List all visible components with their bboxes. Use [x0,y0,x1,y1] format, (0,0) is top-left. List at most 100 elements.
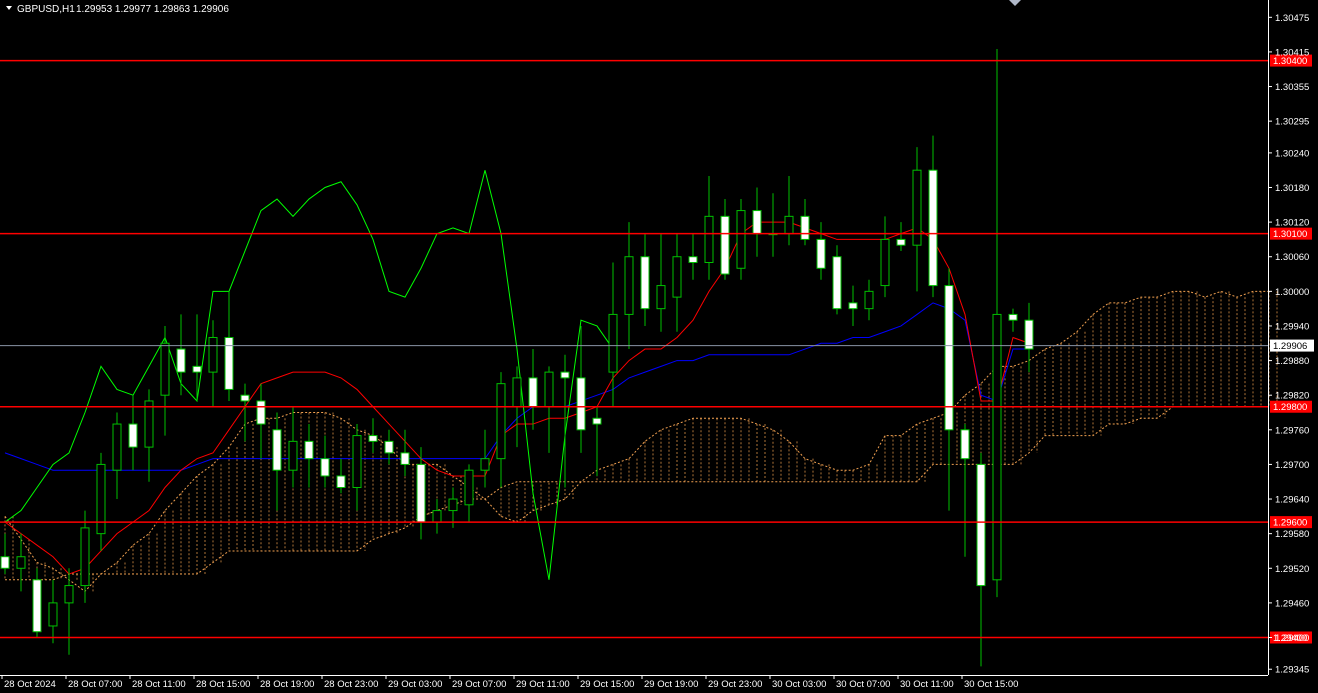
level-price-label: 1.29800 [1273,402,1307,413]
senkou-span-a [4,290,1269,593]
candle[interactable] [704,175,714,280]
x-tick-label: 29 Oct 11:00 [516,679,570,690]
candle[interactable] [16,533,26,592]
candle[interactable] [928,135,938,298]
candle[interactable] [224,291,234,401]
candle[interactable] [848,285,858,326]
candle[interactable] [720,199,730,280]
candle[interactable] [896,222,906,251]
candle-body [16,556,26,569]
x-tick-label: 29 Oct 15:00 [580,679,634,690]
candle[interactable] [880,216,890,298]
candle[interactable] [832,245,842,315]
candle-body [0,556,10,569]
candle-body [496,383,506,460]
candle[interactable] [400,429,410,476]
candle[interactable] [592,406,602,476]
candle[interactable] [432,499,442,534]
x-tick-label: 28 Oct 15:00 [196,679,250,690]
candle[interactable] [864,279,874,321]
candle[interactable] [800,199,810,246]
candle[interactable] [560,354,570,488]
candle-body [688,256,698,264]
ohlc-label: 1.29953 1.29977 1.29863 1.29906 [76,4,229,15]
candle[interactable] [1008,308,1018,332]
candle[interactable] [384,429,394,465]
candle[interactable] [576,325,586,453]
candle[interactable] [32,568,42,638]
candle[interactable] [96,452,106,551]
symbol-label: GBPUSD,H1 [17,4,75,15]
candle[interactable] [960,424,970,557]
candle[interactable] [976,452,986,667]
candle[interactable] [240,383,250,442]
price-chart[interactable]: 1.304001.301001.298001.296001.294001.299… [0,0,1318,693]
chart-shift-marker-icon[interactable] [1009,0,1021,6]
candle[interactable] [256,383,266,459]
y-tick-label: 1.29760 [1275,425,1309,436]
candles[interactable] [0,49,1034,667]
candle-body [192,365,202,373]
candle[interactable] [912,147,922,292]
candle-body [992,313,1002,581]
candle[interactable] [992,49,1002,598]
candle[interactable] [48,579,58,644]
candle[interactable] [272,412,282,511]
y-tick-label: 1.30415 [1275,47,1309,58]
candle-body [288,440,298,471]
candle[interactable] [0,533,10,575]
candle[interactable] [464,464,474,523]
dropdown-icon[interactable] [6,6,12,10]
candle[interactable] [304,424,314,488]
candle[interactable] [624,222,634,350]
y-tick-label: 1.30000 [1275,287,1309,298]
candle-body [976,463,986,587]
candle[interactable] [144,389,154,482]
y-tick-label: 1.29580 [1275,529,1309,540]
candle[interactable] [368,418,378,453]
candle-body [208,337,218,373]
candle-body [64,585,74,604]
candle-body [256,400,266,425]
candle[interactable] [672,233,682,332]
candle[interactable] [208,320,218,407]
candle[interactable] [784,175,794,246]
candle[interactable] [544,366,554,453]
candle[interactable] [752,187,762,257]
candle[interactable] [112,412,122,500]
x-tick-label: 30 Oct 15:00 [964,679,1018,690]
candle-body [32,579,42,633]
candle[interactable] [320,435,330,488]
candle[interactable] [608,262,618,407]
candle-body [672,256,682,298]
candle[interactable] [352,424,362,511]
candle[interactable] [656,233,666,332]
candle[interactable] [736,199,746,280]
candle[interactable] [688,233,698,280]
candle[interactable] [336,458,346,494]
y-tick-label: 1.29700 [1275,460,1309,471]
candle-body [960,429,970,460]
candle-body [624,256,634,315]
chart-header: GBPUSD,H1 1.29953 1.29977 1.29863 1.2990… [6,4,229,15]
candle-body [464,469,474,506]
candle[interactable] [288,406,298,488]
candle[interactable] [176,314,186,396]
candle-body [128,423,138,448]
candle[interactable] [640,233,650,326]
candle-body [896,238,906,246]
y-tick-label: 1.29940 [1275,321,1309,332]
candle-body [576,377,586,431]
candle-body [96,463,106,535]
y-tick-label: 1.29400 [1275,633,1309,644]
candle[interactable] [768,193,778,257]
candle-body [352,435,362,489]
candle-body [480,458,490,471]
candle[interactable] [480,429,490,488]
candle[interactable] [944,268,954,511]
candle[interactable] [528,349,538,430]
candle[interactable] [192,314,202,401]
candle[interactable] [816,222,826,280]
candle-body [880,238,890,287]
candle[interactable] [496,372,506,488]
